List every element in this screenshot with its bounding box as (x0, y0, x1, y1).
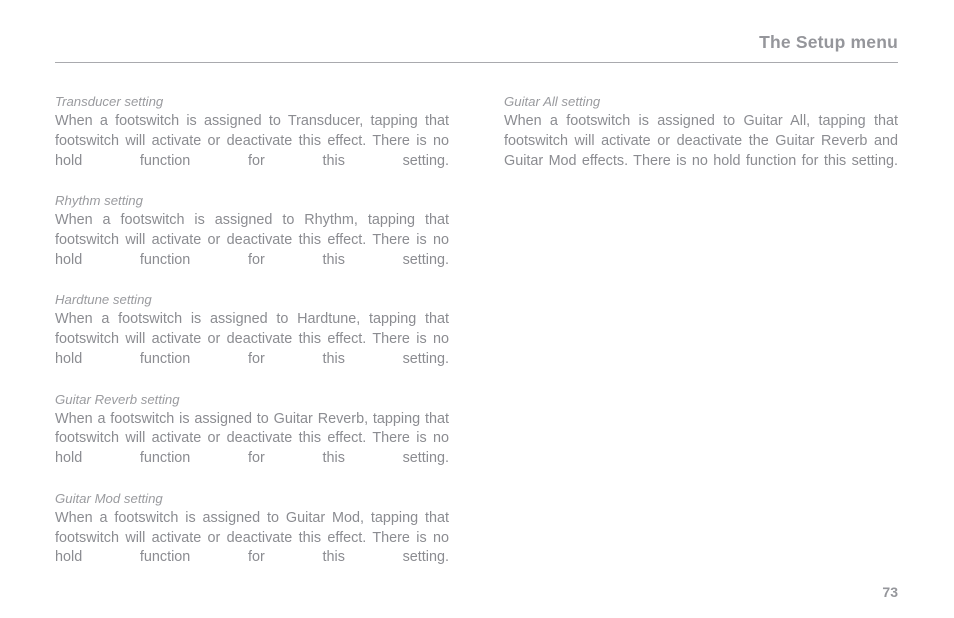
page-title: The Setup menu (759, 32, 898, 52)
section-body: When a footswitch is assigned to Hardtun… (55, 311, 449, 367)
section-body: When a footswitch is assigned to Guitar … (504, 112, 898, 169)
section-heading: Guitar Mod setting (55, 490, 163, 506)
running-header: The Setup menu (55, 32, 898, 58)
section-rhythm-setting: Rhythm setting When a footswitch is assi… (55, 191, 449, 290)
section-transducer-setting: Transducer setting When a footswitch is … (55, 92, 449, 191)
section-body: When a footswitch is assigned to Guitar … (55, 410, 449, 467)
column-right: Guitar All setting When a footswitch is … (504, 92, 898, 191)
section-hardtune-setting: Hardtune setting When a footswitch is as… (55, 290, 449, 389)
section-body: When a footswitch is assigned to Guitar … (55, 509, 449, 566)
body-columns: Transducer setting When a footswitch is … (55, 92, 898, 565)
section-guitar-reverb-setting: Guitar Reverb setting When a footswitch … (55, 390, 449, 489)
section-heading: Transducer setting (55, 94, 164, 109)
section-heading: Rhythm setting (55, 193, 143, 209)
section-heading: Guitar Reverb setting (55, 391, 180, 407)
section-heading: Hardtune setting (55, 292, 152, 308)
document-page: The Setup menu Transducer setting When a… (0, 0, 954, 618)
section-body: When a footswitch is assigned to Transdu… (55, 112, 449, 169)
page-number: 73 (882, 584, 898, 600)
column-left: Transducer setting When a footswitch is … (55, 92, 449, 588)
header-divider (55, 62, 898, 63)
section-guitar-mod-setting: Guitar Mod setting When a footswitch is … (55, 489, 449, 588)
section-heading: Guitar All setting (504, 94, 601, 109)
section-body: When a footswitch is assigned to Rhythm,… (55, 212, 449, 268)
section-guitar-all-setting: Guitar All setting When a footswitch is … (504, 92, 898, 191)
